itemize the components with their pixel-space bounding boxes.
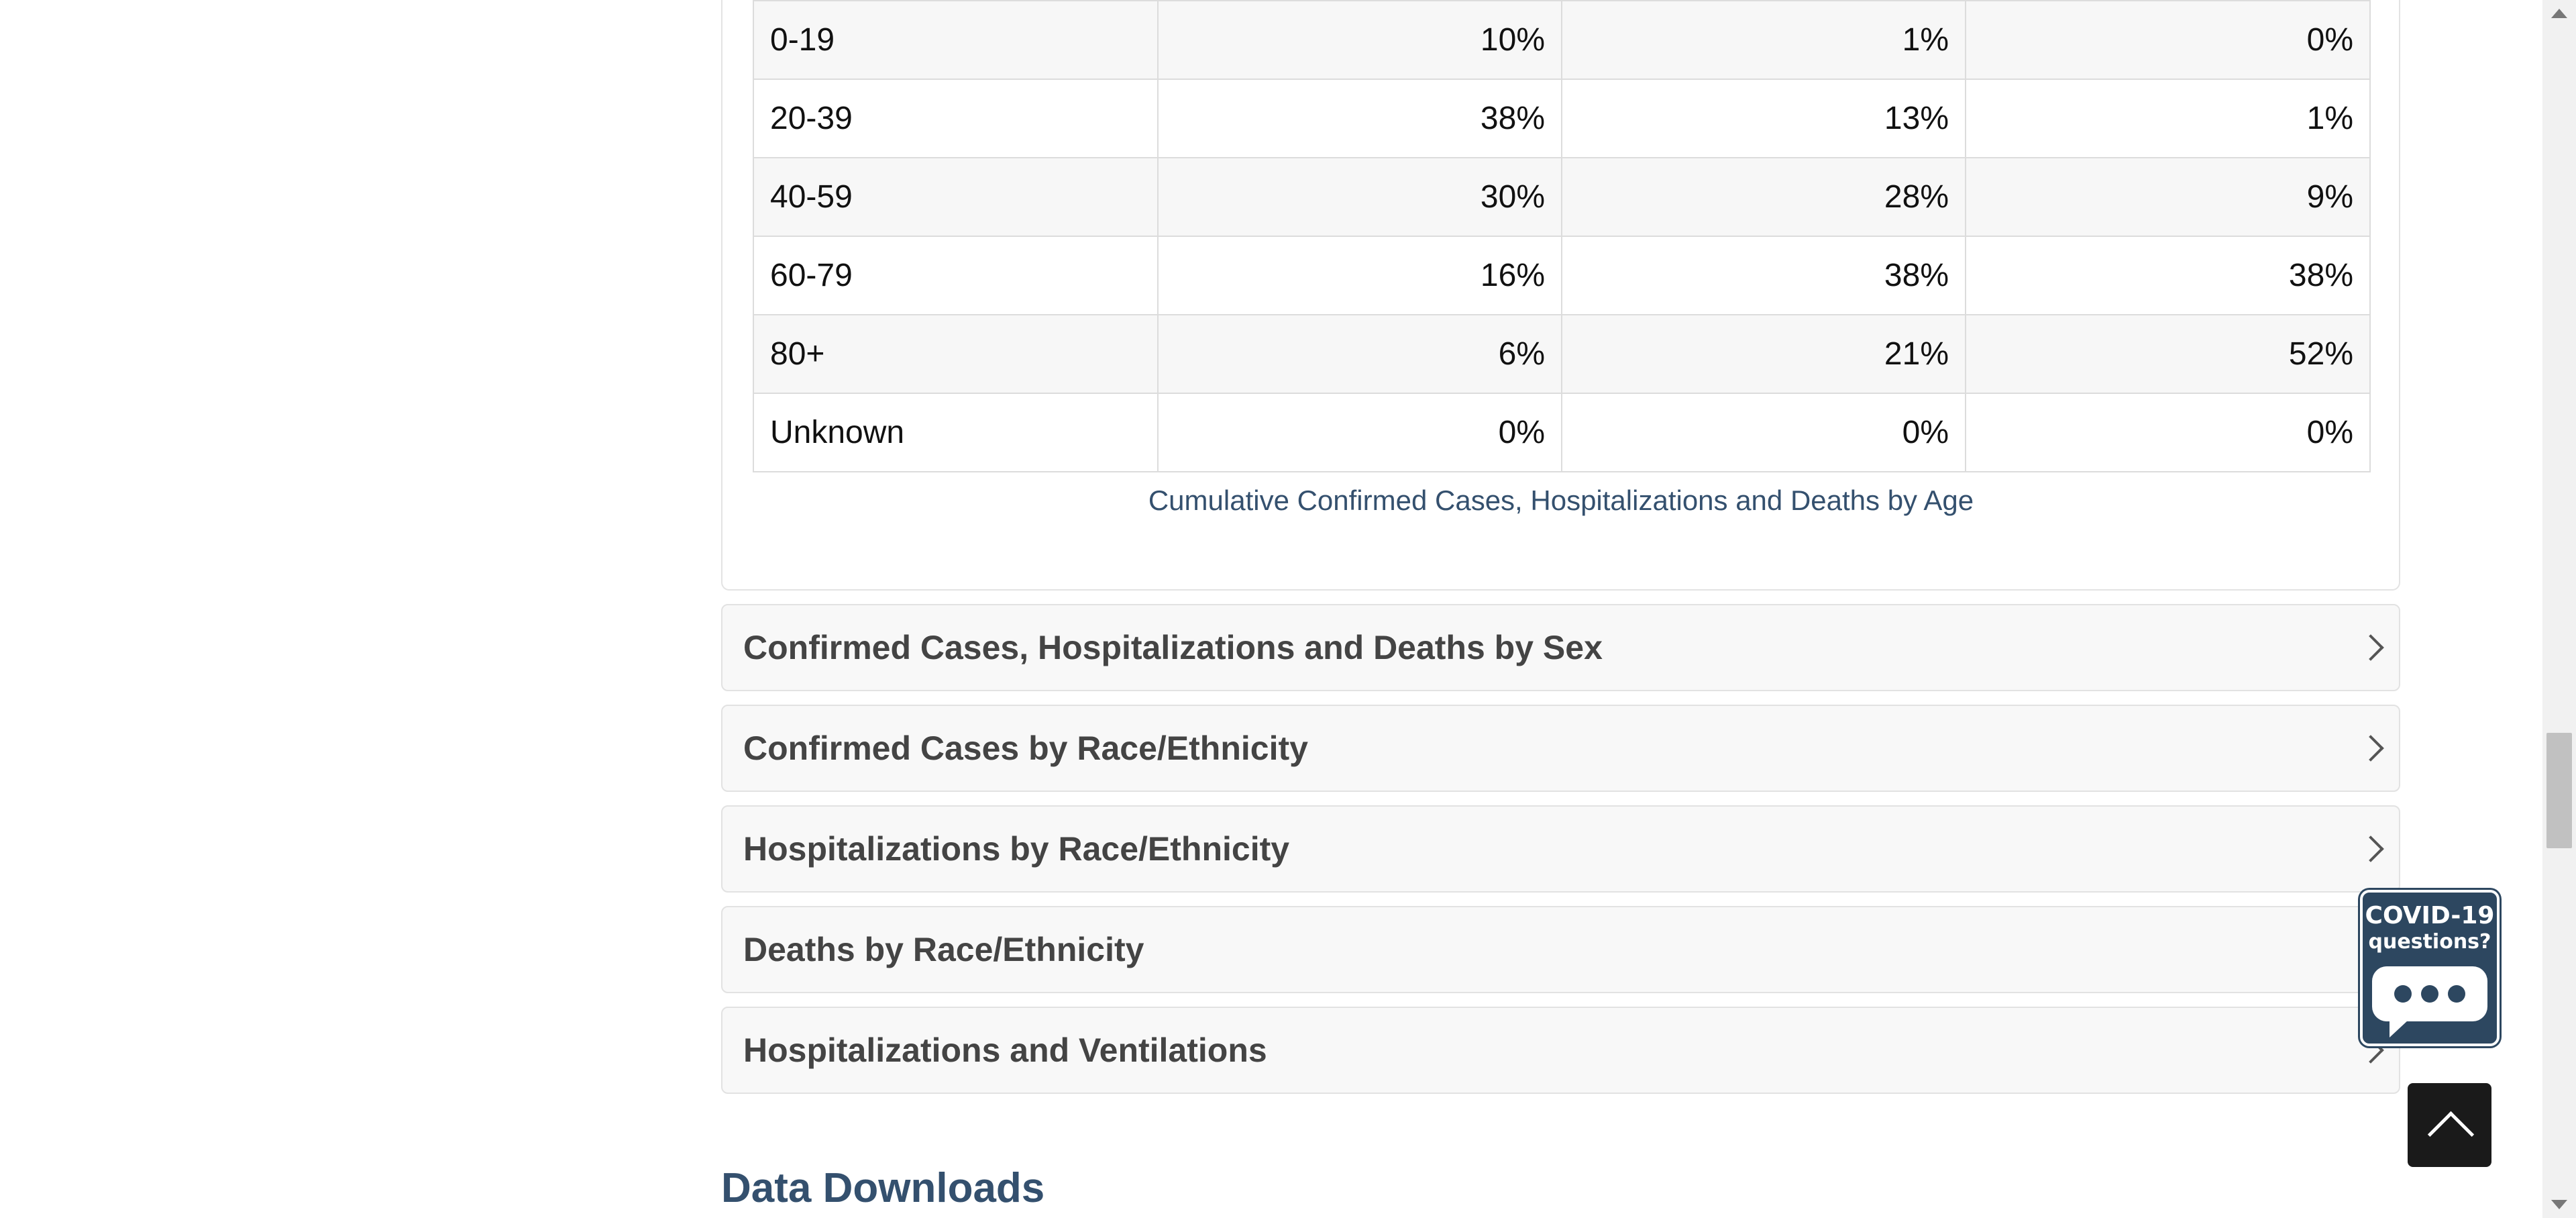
cases-cell: 6% [1157, 314, 1562, 394]
table-row: Unknown 0% 0% 0% [753, 393, 2371, 472]
chat-widget-line2: questions? [2368, 930, 2491, 954]
deaths-cell: 0% [1965, 0, 2371, 80]
table-row: 0-19 10% 1% 0% [753, 0, 2371, 80]
age-cell: 20-39 [753, 79, 1159, 158]
chevron-right-icon [2357, 835, 2384, 862]
accordion-cases-race[interactable]: Confirmed Cases by Race/Ethnicity [721, 705, 2400, 792]
cases-cell: 10% [1157, 0, 1562, 80]
chevron-right-icon [2357, 634, 2384, 661]
cases-cell: 38% [1157, 79, 1562, 158]
chat-widget-line1: COVID-19 [2365, 902, 2495, 929]
hospitalizations-cell: 1% [1561, 0, 1966, 80]
chevron-right-icon [2357, 735, 2384, 762]
deaths-cell: 9% [1965, 157, 2371, 237]
accordion-deaths-race[interactable]: Deaths by Race/Ethnicity [721, 906, 2400, 993]
hospitalizations-cell: 13% [1561, 79, 1966, 158]
table-row: 20-39 38% 13% 1% [753, 79, 2371, 158]
deaths-cell: 38% [1965, 236, 2371, 315]
scroll-down-button[interactable] [2542, 1191, 2576, 1218]
back-to-top-button[interactable] [2408, 1083, 2491, 1167]
scroll-thumb[interactable] [2546, 733, 2572, 848]
arrow-down-icon [2551, 1200, 2567, 1209]
cases-cell: 30% [1157, 157, 1562, 237]
accordion-hospitalizations-race[interactable]: Hospitalizations by Race/Ethnicity [721, 805, 2400, 893]
deaths-cell: 0% [1965, 393, 2371, 472]
arrow-up-icon [2551, 9, 2567, 18]
section-heading: Data Downloads [721, 1165, 1045, 1211]
accordion-title: Confirmed Cases, Hospitalizations and De… [743, 629, 1603, 666]
accordion-title: Deaths by Race/Ethnicity [743, 931, 1144, 968]
deaths-cell: 1% [1965, 79, 2371, 158]
covid-chat-widget[interactable]: COVID-19 questions? [2360, 890, 2500, 1046]
table-row: 80+ 6% 21% 52% [753, 314, 2371, 394]
hospitalizations-cell: 28% [1561, 157, 1966, 237]
age-cell: 0-19 [753, 0, 1159, 80]
age-cell: Unknown [753, 393, 1159, 472]
cases-cell: 0% [1157, 393, 1562, 472]
vertical-scrollbar[interactable] [2542, 0, 2576, 1218]
deaths-cell: 52% [1965, 314, 2371, 394]
dot [2448, 985, 2465, 1003]
accordion-sex[interactable]: Confirmed Cases, Hospitalizations and De… [721, 604, 2400, 691]
accordion-title: Hospitalizations and Ventilations [743, 1031, 1267, 1069]
table-row: 60-79 16% 38% 38% [753, 236, 2371, 315]
hospitalizations-cell: 38% [1561, 236, 1966, 315]
hospitalizations-cell: 0% [1561, 393, 1966, 472]
age-cell: 80+ [753, 314, 1159, 394]
age-cell: 60-79 [753, 236, 1159, 315]
accordion-title: Confirmed Cases by Race/Ethnicity [743, 729, 1308, 767]
dot [2421, 985, 2438, 1003]
dot [2394, 985, 2412, 1003]
chevron-up-icon [2427, 1111, 2475, 1158]
accordion-title: Hospitalizations by Race/Ethnicity [743, 830, 1290, 868]
table-row: 40-59 30% 28% 9% [753, 157, 2371, 237]
age-cell: 40-59 [753, 157, 1159, 237]
accordion-hospitalizations-ventilations[interactable]: Hospitalizations and Ventilations [721, 1007, 2400, 1094]
chat-bubble-icon [2372, 966, 2487, 1037]
scroll-up-button[interactable] [2542, 0, 2576, 27]
hospitalizations-cell: 21% [1561, 314, 1966, 394]
cases-cell: 16% [1157, 236, 1562, 315]
table-caption: Cumulative Confirmed Cases, Hospitalizat… [1148, 485, 1974, 516]
age-table: 0-19 10% 1% 0% 20-39 38% 13% 1% 40-59 30… [753, 0, 2371, 472]
